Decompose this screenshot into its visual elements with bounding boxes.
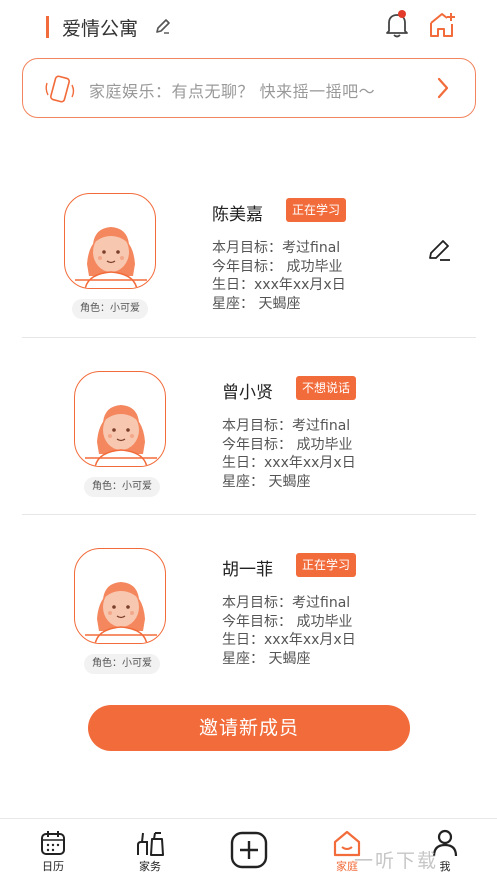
bell-icon[interactable] bbox=[383, 10, 411, 40]
chevron-right-icon[interactable] bbox=[435, 76, 451, 104]
member-name: 陈美嘉 bbox=[212, 205, 263, 225]
home-add-icon[interactable] bbox=[427, 10, 457, 40]
pencil-icon[interactable] bbox=[154, 18, 172, 40]
member-role: 角色：小可爱 bbox=[84, 654, 160, 674]
tab-label: 家务 bbox=[139, 860, 161, 873]
zodiac: 星座： 天蝎座 bbox=[222, 650, 311, 667]
entertainment-banner[interactable]: 家庭娱乐：有点无聊？ 快来摇一摇吧～ bbox=[22, 58, 476, 118]
notification-dot bbox=[398, 10, 406, 18]
edit-member-icon[interactable] bbox=[426, 238, 452, 268]
member-avatar bbox=[74, 548, 166, 644]
member-card[interactable]: 角色：小可爱 陈美嘉 正在学习 本月目标：考过final 今年目标： 成功毕业 … bbox=[22, 160, 476, 338]
status-badge: 不想说话 bbox=[296, 376, 357, 400]
yearly-goal: 今年目标： 成功毕业 bbox=[222, 436, 353, 453]
member-name: 胡一菲 bbox=[222, 560, 273, 580]
tab-add[interactable] bbox=[224, 829, 274, 879]
banner-text: 家庭娱乐：有点无聊？ 快来摇一摇吧～ bbox=[89, 82, 376, 101]
status-badge: 正在学习 bbox=[296, 553, 357, 577]
zodiac: 星座： 天蝎座 bbox=[212, 295, 301, 312]
invite-member-button[interactable]: 邀请新成员 bbox=[88, 705, 410, 751]
member-info: 本月目标：考过final 今年目标： 成功毕业 生日：xxx年xx月x日 星座：… bbox=[222, 417, 356, 491]
family-name-title: 爱情公寓 bbox=[62, 18, 139, 40]
member-card[interactable]: 角色：小可爱 曾小贤 不想说话 本月目标：考过final 今年目标： 成功毕业 … bbox=[22, 338, 476, 516]
status-badge: 正在学习 bbox=[286, 198, 347, 222]
member-role: 角色：小可爱 bbox=[72, 299, 148, 319]
yearly-goal: 今年目标： 成功毕业 bbox=[222, 613, 353, 630]
tab-calendar[interactable]: 日历 bbox=[28, 829, 78, 879]
tab-chores[interactable]: 家务 bbox=[125, 829, 175, 879]
member-info: 本月目标：考过final 今年目标： 成功毕业 生日：xxx年xx月x日 星座：… bbox=[212, 239, 346, 313]
birthday: 生日：xxx年xx月x日 bbox=[222, 455, 356, 471]
monthly-goal: 本月目标：考过final bbox=[222, 418, 351, 434]
birthday: 生日：xxx年xx月x日 bbox=[222, 632, 356, 648]
chores-icon bbox=[125, 829, 175, 857]
shake-phone-icon bbox=[43, 73, 77, 111]
member-name: 曾小贤 bbox=[222, 383, 273, 403]
member-avatar bbox=[74, 371, 166, 467]
zodiac: 星座： 天蝎座 bbox=[222, 473, 311, 490]
monthly-goal: 本月目标：考过final bbox=[222, 595, 351, 611]
calendar-icon bbox=[28, 829, 78, 857]
watermark: 一听下载 bbox=[354, 850, 439, 872]
app-header: 爱情公寓 bbox=[0, 0, 497, 56]
member-role: 角色：小可爱 bbox=[84, 477, 160, 497]
birthday: 生日：xxx年xx月x日 bbox=[212, 277, 346, 293]
member-info: 本月目标：考过final 今年目标： 成功毕业 生日：xxx年xx月x日 星座：… bbox=[222, 594, 356, 668]
title-accent-bar bbox=[46, 16, 49, 38]
member-card[interactable]: 角色：小可爱 胡一菲 正在学习 本月目标：考过final 今年目标： 成功毕业 … bbox=[22, 515, 476, 693]
monthly-goal: 本月目标：考过final bbox=[212, 240, 341, 256]
member-avatar bbox=[64, 193, 156, 289]
plus-icon bbox=[224, 829, 274, 871]
tab-label: 日历 bbox=[42, 860, 64, 873]
yearly-goal: 今年目标： 成功毕业 bbox=[212, 258, 343, 275]
